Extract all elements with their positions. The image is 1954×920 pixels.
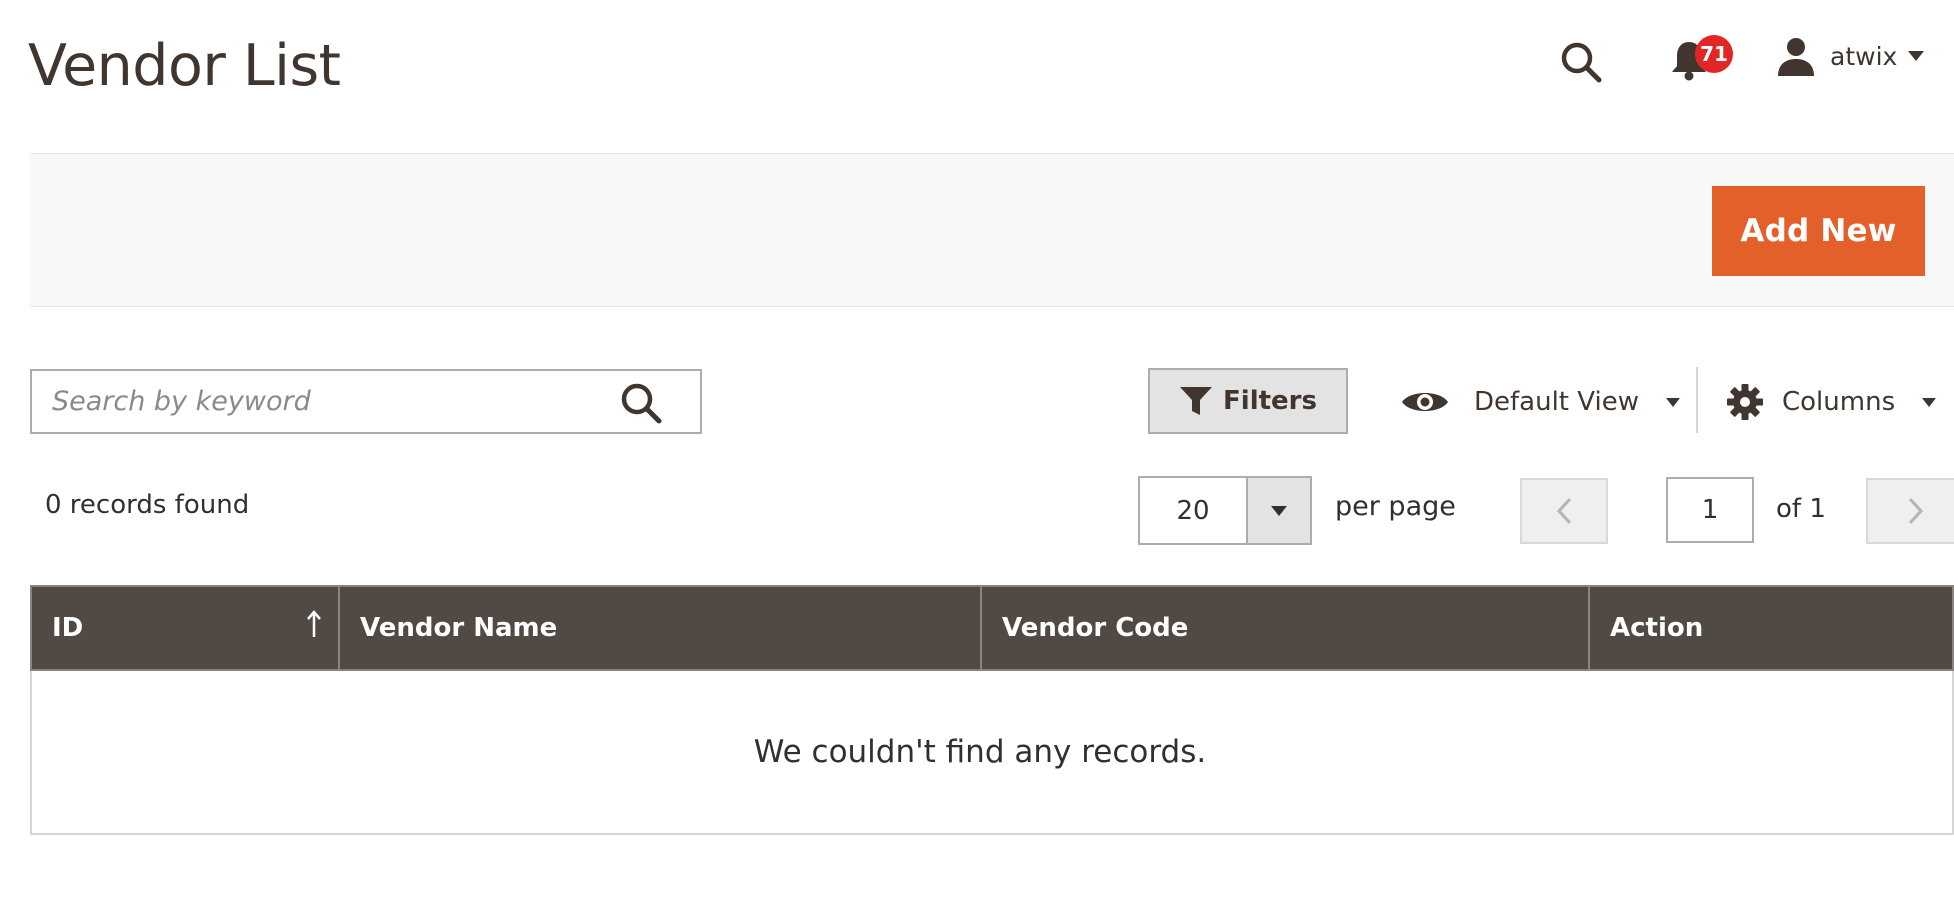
column-header-vendor-code[interactable]: Vendor Code xyxy=(982,587,1590,669)
caret-down-icon xyxy=(1908,51,1925,61)
column-header-label: Vendor Code xyxy=(1002,613,1189,643)
gear-icon xyxy=(1727,384,1763,420)
search-submit-button[interactable] xyxy=(617,381,665,425)
column-header-id[interactable]: ID xyxy=(32,587,340,669)
previous-page-button[interactable] xyxy=(1520,478,1608,544)
arrow-up-icon xyxy=(307,610,321,637)
filters-button[interactable]: Filters xyxy=(1148,368,1348,434)
chevron-left-icon xyxy=(1556,497,1572,525)
empty-records-message: We couldn't find any records. xyxy=(30,671,1954,835)
chevron-right-icon xyxy=(1908,497,1924,525)
add-new-button[interactable]: Add New xyxy=(1712,186,1925,276)
caret-down-icon xyxy=(1271,505,1287,516)
column-header-label: Vendor Name xyxy=(360,613,558,643)
vendor-grid: ID Vendor Name Vendor Code Action We cou… xyxy=(30,585,1954,835)
columns-label: Columns xyxy=(1782,387,1896,417)
next-page-button[interactable] xyxy=(1866,478,1954,544)
global-search-button[interactable] xyxy=(1559,40,1603,84)
per-page-label: per page xyxy=(1335,491,1456,522)
view-label: Default View xyxy=(1474,387,1639,417)
user-account-menu[interactable]: atwix xyxy=(1774,36,1925,76)
columns-selector[interactable]: Columns xyxy=(1726,375,1937,429)
records-found-count: 0 records found xyxy=(45,490,250,520)
column-header-action[interactable]: Action xyxy=(1590,587,1952,669)
user-icon xyxy=(1778,38,1814,76)
eye-icon xyxy=(1402,393,1448,411)
column-header-label: Action xyxy=(1610,613,1704,643)
per-page-dropdown-button[interactable] xyxy=(1246,478,1310,543)
grid-header-row: ID Vendor Name Vendor Code Action xyxy=(30,585,1954,671)
caret-down-icon xyxy=(1665,397,1680,407)
notifications-count-badge[interactable]: 71 xyxy=(1695,35,1733,73)
column-header-label: ID xyxy=(52,613,84,643)
view-selector[interactable]: Default View xyxy=(1400,375,1681,429)
page-title: Vendor List xyxy=(28,33,341,99)
filters-label: Filters xyxy=(1223,386,1317,416)
keyword-search-box xyxy=(30,369,702,434)
column-header-vendor-name[interactable]: Vendor Name xyxy=(340,587,982,669)
search-icon xyxy=(621,383,662,424)
current-page-input[interactable] xyxy=(1666,477,1754,543)
funnel-icon xyxy=(1180,387,1213,415)
per-page-value[interactable]: 20 xyxy=(1140,478,1246,543)
username-label: atwix xyxy=(1830,41,1898,71)
caret-down-icon xyxy=(1922,397,1937,407)
per-page-select[interactable]: 20 xyxy=(1138,476,1312,545)
total-pages-label: of 1 xyxy=(1776,494,1826,524)
search-icon xyxy=(1561,42,1602,83)
page-actions-bar xyxy=(30,153,1954,307)
toolbar-divider xyxy=(1696,367,1698,433)
keyword-search-input[interactable] xyxy=(50,371,610,432)
